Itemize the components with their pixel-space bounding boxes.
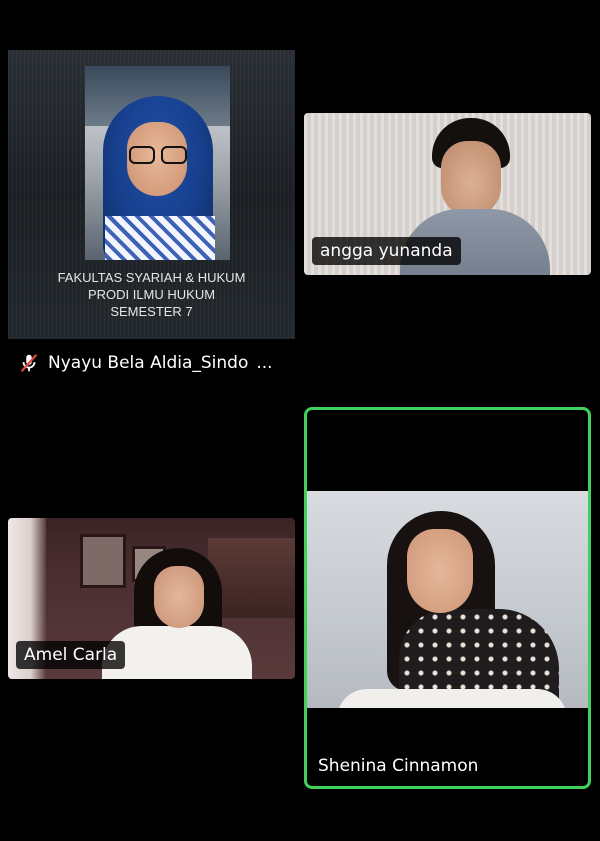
profile-card-text: FAKULTAS SYARIAH & HUKUM PRODI ILMU HUKU… bbox=[8, 269, 295, 320]
glasses-lens-right bbox=[161, 146, 187, 164]
participant-tile-nyayu[interactable]: FAKULTAS SYARIAH & HUKUM PRODI ILMU HUKU… bbox=[8, 50, 295, 339]
card-line-semester: SEMESTER 7 bbox=[110, 304, 193, 319]
participant-name-row-nyayu: Nyayu Bela Aldia_Sindo ... bbox=[18, 350, 273, 376]
participant-name-label: Shenina Cinnamon bbox=[318, 756, 479, 776]
video-subject-face bbox=[154, 566, 204, 628]
participant-name: Nyayu Bela Aldia_Sindo bbox=[48, 353, 249, 373]
video-subject-face bbox=[407, 529, 473, 613]
participant-name-label: angga yunanda bbox=[312, 237, 461, 265]
participant-name-label: Amel Carla bbox=[16, 641, 126, 669]
participant-photo bbox=[85, 66, 230, 260]
video-wall-frame bbox=[80, 534, 126, 588]
participant-tile-amel[interactable]: Amel Carla bbox=[8, 518, 295, 679]
card-line-program: PRODI ILMU HUKUM bbox=[87, 287, 216, 302]
video-call-grid: FAKULTAS SYARIAH & HUKUM PRODI ILMU HUKU… bbox=[0, 0, 600, 841]
glasses-lens-left bbox=[129, 146, 155, 164]
more-options-icon[interactable]: ... bbox=[256, 353, 272, 373]
card-line-faculty: FAKULTAS SYARIAH & HUKUM bbox=[57, 270, 246, 285]
participant-video bbox=[307, 491, 588, 708]
photo-glasses bbox=[129, 146, 187, 164]
video-pillow bbox=[337, 689, 567, 708]
participant-tile-angga[interactable]: angga yunanda bbox=[304, 113, 591, 275]
participant-tile-shenina-active-speaker[interactable]: Shenina Cinnamon bbox=[304, 407, 591, 789]
video-subject-face bbox=[441, 141, 501, 217]
mic-off-icon bbox=[20, 354, 38, 372]
photo-shirt bbox=[105, 216, 215, 260]
